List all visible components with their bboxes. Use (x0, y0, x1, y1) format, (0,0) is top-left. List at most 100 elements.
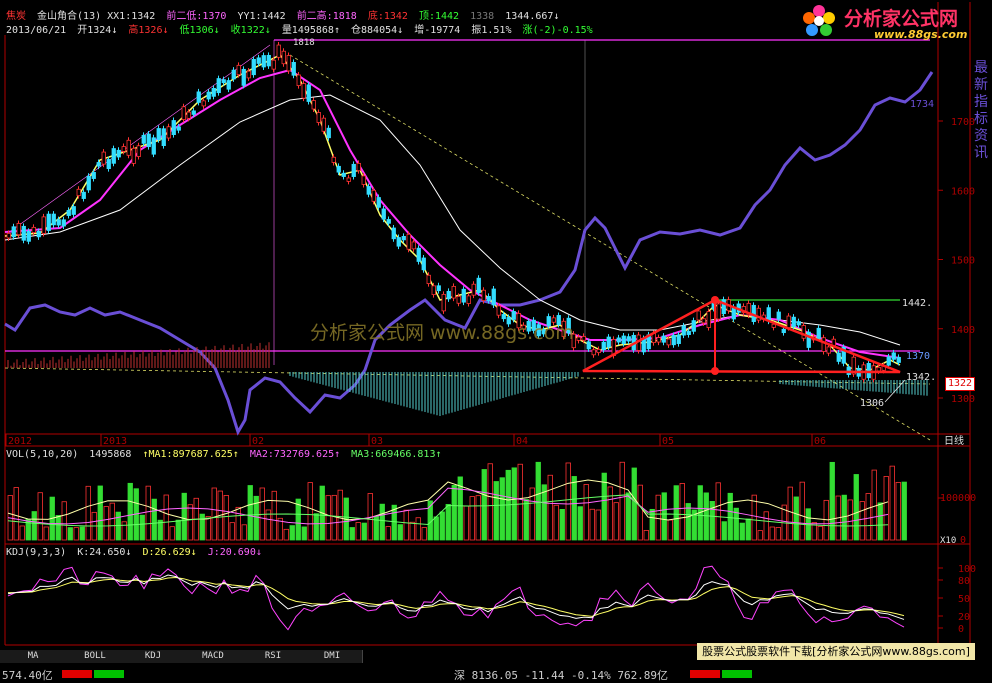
volume-bar (895, 482, 901, 541)
kdj-tick-label-3: 20 (958, 612, 970, 623)
kdj-title: KDJ(9,3,3) (6, 547, 67, 558)
tab-ma[interactable]: MA (0, 650, 67, 663)
candle-body (146, 133, 151, 148)
candle-body (351, 163, 356, 177)
candle-body (866, 362, 871, 379)
candle-body (336, 165, 341, 173)
candle-body (46, 213, 51, 231)
candle-body (186, 111, 191, 119)
volume-bar (703, 492, 709, 541)
time-label-2: 02 (252, 436, 264, 447)
volume-bar (727, 492, 733, 541)
trend-up-line (7, 44, 271, 234)
volume-bar (601, 472, 607, 541)
candle-body (131, 147, 136, 164)
volume-bar (499, 477, 505, 541)
header-r2-5: 量1495868↑ (281, 25, 340, 36)
candle-body (886, 356, 891, 366)
volume-bar (631, 467, 637, 541)
volume-bar (637, 484, 643, 541)
candle-body (461, 288, 466, 303)
candle-body (256, 57, 261, 64)
volume-bar (139, 514, 145, 541)
volume-bar (715, 482, 721, 541)
candle-body (81, 191, 86, 199)
candle-body (591, 349, 596, 356)
candle-body (221, 79, 226, 84)
candle-body (666, 338, 671, 346)
label-low: 1306 (860, 398, 884, 409)
tab-rsi[interactable]: RSI (244, 650, 303, 663)
volume-bar (571, 476, 577, 541)
volume-bar (481, 469, 487, 541)
volume-bar (121, 521, 127, 541)
candle-body (51, 213, 56, 226)
volume-bar (667, 519, 673, 541)
candle-body (191, 110, 196, 115)
candle-body (616, 337, 621, 343)
candle-body (241, 68, 246, 86)
volume-bar (763, 511, 769, 541)
candle-body (246, 70, 251, 79)
volume-bar (661, 492, 667, 541)
volume-bar (829, 461, 835, 541)
candle-body (311, 100, 316, 110)
volume-bar (109, 502, 115, 541)
volume-bar (865, 493, 871, 541)
candle-body (431, 285, 436, 296)
candle-body (471, 283, 476, 296)
volume-bar (313, 513, 319, 541)
candle-body (86, 175, 91, 191)
tab-dmi[interactable]: DMI (302, 650, 363, 663)
tab-macd[interactable]: MACD (182, 650, 245, 663)
candle-body (96, 162, 101, 167)
volume-bar (103, 506, 109, 541)
volume-bar (163, 494, 169, 541)
download-banner[interactable]: 股票公式股票软件下载[分析家公式网www.88gs.com] (697, 643, 975, 660)
candle-body (36, 230, 41, 238)
ma3-line (4, 94, 901, 346)
candle-body (691, 320, 696, 332)
volume-bar (523, 499, 529, 541)
price-tick-label-2: 1500 (951, 256, 975, 267)
candle-body (121, 146, 126, 152)
vol-value-2: MA2:732769.625↑ (249, 449, 341, 460)
candle-body (426, 274, 431, 284)
candle-body (346, 177, 351, 182)
candle-body (216, 78, 221, 94)
candle-body (306, 84, 311, 102)
candle-body (261, 55, 266, 68)
volume-bar (439, 511, 445, 541)
header-r2-9: 涨(-2)-0.15% (522, 25, 593, 36)
candle-body (226, 80, 231, 90)
volume-bar (547, 474, 553, 541)
logo-title: 分析家公式网 (844, 8, 959, 30)
volume-bar (433, 516, 439, 541)
volume-bar (553, 504, 559, 541)
candle-body (136, 145, 141, 157)
header-r2-4: 收1322↓ (230, 25, 271, 36)
watermark: 分析家公式网 www.88gs.com (310, 322, 574, 344)
volume-bar (607, 486, 613, 541)
tab-boll[interactable]: BOLL (66, 650, 125, 663)
candle-body (141, 134, 146, 144)
candle-body (111, 148, 116, 164)
time-label-1: 2013 (103, 436, 127, 447)
header-r2-7: 增-19774 (414, 25, 461, 36)
candle-body (286, 55, 291, 72)
candle-body (161, 128, 166, 147)
volume-bar (769, 526, 775, 541)
volume-bar (445, 503, 451, 541)
tab-kdj[interactable]: KDJ (124, 650, 183, 663)
volume-bar (409, 521, 415, 541)
candle-body (641, 338, 646, 353)
candle-body (371, 189, 376, 202)
candle-body (366, 186, 371, 195)
candle-body (601, 341, 606, 351)
candle-body (276, 44, 281, 58)
vol-unit-label: X10 (940, 536, 956, 546)
label-top: 1442. (902, 298, 932, 309)
candle-body (456, 295, 461, 304)
header-r2-2: 高1326↓ (128, 25, 169, 36)
footer-right: 深 8136.05 -11.44 -0.14% 762.89亿 (454, 669, 669, 682)
